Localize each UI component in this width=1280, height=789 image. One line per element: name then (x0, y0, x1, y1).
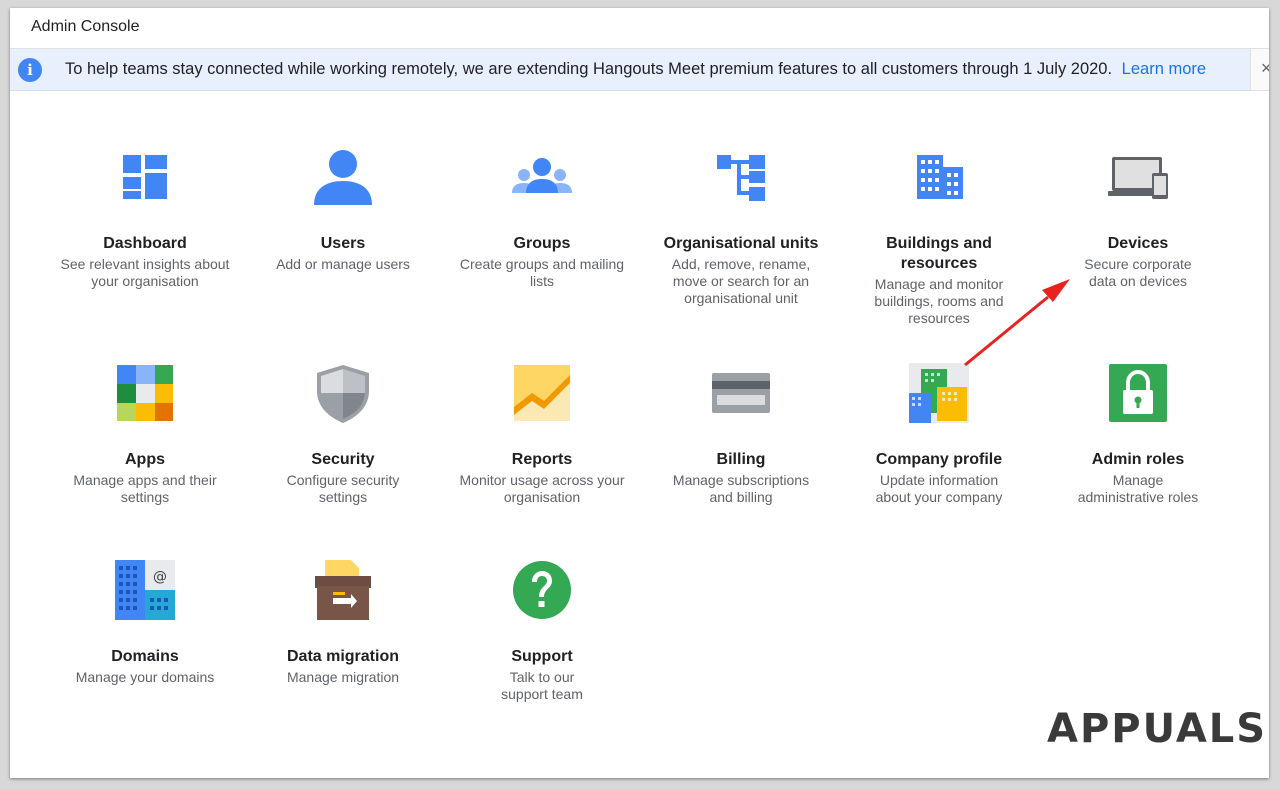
tile-description: Manage administrative roles (1077, 472, 1199, 505)
tile-description: Talk to our support team (501, 669, 583, 702)
tile-organisational-units[interactable]: Organisational units Add, remove, rename… (646, 145, 836, 307)
appuals-watermark: APPUALS (1047, 698, 1265, 758)
tile-description: See relevant insights about your organis… (60, 256, 230, 289)
tile-users[interactable]: Users Add or manage users (248, 145, 438, 273)
tile-dashboard[interactable]: Dashboard See relevant insights about yo… (50, 145, 240, 290)
tile-name: Security (311, 451, 375, 468)
tile-buildings-and-resources[interactable]: Buildings and resources Manage and monit… (844, 145, 1034, 327)
tile-apps[interactable]: Apps Manage apps and their settings (50, 361, 240, 506)
banner-close-button[interactable]: × (1250, 49, 1269, 91)
tile-name: Groups (513, 235, 571, 252)
banner-message: To help teams stay connected while worki… (65, 60, 1206, 79)
tile-description: Manage migration (286, 669, 400, 685)
tile-description: Update information about your company (875, 472, 1003, 505)
tile-data-migration[interactable]: Data migration Manage migration (248, 558, 438, 686)
tile-reports[interactable]: Reports Monitor usage across your organi… (447, 361, 637, 506)
tile-name: Organisational units (663, 235, 819, 252)
tile-description: Secure corporate data on devices (1084, 256, 1192, 289)
credit-card-icon (709, 361, 773, 425)
building-icon (907, 145, 971, 209)
tile-name: Domains (111, 648, 179, 665)
lock-icon (1106, 361, 1170, 425)
tile-description: Add, remove, rename, move or search for … (671, 256, 811, 306)
tile-groups[interactable]: Groups Create groups and mailing lists (447, 145, 637, 290)
tile-support[interactable]: Support Talk to our support team (447, 558, 637, 703)
tile-name: Users (320, 235, 366, 252)
dashboard-icon (113, 145, 177, 209)
tile-name: Data migration (286, 648, 399, 665)
org-units-icon (709, 145, 773, 209)
tile-name: Admin roles (1091, 451, 1185, 468)
tile-name: Company profile (875, 451, 1003, 468)
shield-icon (311, 361, 375, 425)
apps-icon (113, 361, 177, 425)
watermark-text: APPUALS (1047, 706, 1268, 752)
tile-description: Manage subscriptions and billing (672, 472, 810, 505)
banner-text: To help teams stay connected while worki… (65, 60, 1113, 78)
info-banner: i To help teams stay connected while wor… (10, 49, 1250, 91)
tile-description: Add or manage users (276, 256, 410, 272)
tile-name: Dashboard (103, 235, 187, 252)
tile-company-profile[interactable]: Company profile Update information about… (844, 361, 1034, 506)
tile-name: Devices (1107, 235, 1169, 252)
admin-console-window: Admin Console i To help teams stay conne… (10, 8, 1269, 778)
help-icon (510, 558, 574, 622)
tile-description: Manage and monitor buildings, rooms and … (874, 276, 1004, 326)
tile-devices[interactable]: Devices Secure corporate data on devices (1043, 145, 1233, 290)
tile-name: Buildings and resources (886, 235, 992, 272)
tile-billing[interactable]: Billing Manage subscriptions and billing (646, 361, 836, 506)
devices-icon (1106, 145, 1170, 209)
tile-description: Monitor usage across your organisation (459, 472, 625, 505)
company-profile-icon (907, 361, 971, 425)
title-bar: Admin Console (10, 8, 1269, 49)
user-icon (311, 145, 375, 209)
tile-security[interactable]: Security Configure security settings (248, 361, 438, 506)
data-migration-icon (311, 558, 375, 622)
window-title: Admin Console (31, 18, 140, 35)
tile-name: Support (511, 648, 573, 665)
tile-name: Apps (125, 451, 165, 468)
tile-description: Configure security settings (286, 472, 400, 505)
svg-text:@: @ (153, 569, 167, 585)
tile-domains[interactable]: @ Domains Manage your domains (50, 558, 240, 686)
close-icon: × (1261, 58, 1269, 78)
tile-description: Manage your domains (75, 669, 215, 685)
tile-admin-roles[interactable]: Admin roles Manage administrative roles (1043, 361, 1233, 506)
info-icon: i (18, 58, 42, 82)
tile-description: Manage apps and their settings (73, 472, 217, 505)
learn-more-link[interactable]: Learn more (1122, 60, 1206, 78)
tile-name: Reports (511, 451, 573, 468)
groups-icon (510, 145, 574, 209)
domains-icon: @ (113, 558, 177, 622)
tile-name: Billing (716, 451, 766, 468)
reports-icon (510, 361, 574, 425)
tile-description: Create groups and mailing lists (459, 256, 625, 289)
